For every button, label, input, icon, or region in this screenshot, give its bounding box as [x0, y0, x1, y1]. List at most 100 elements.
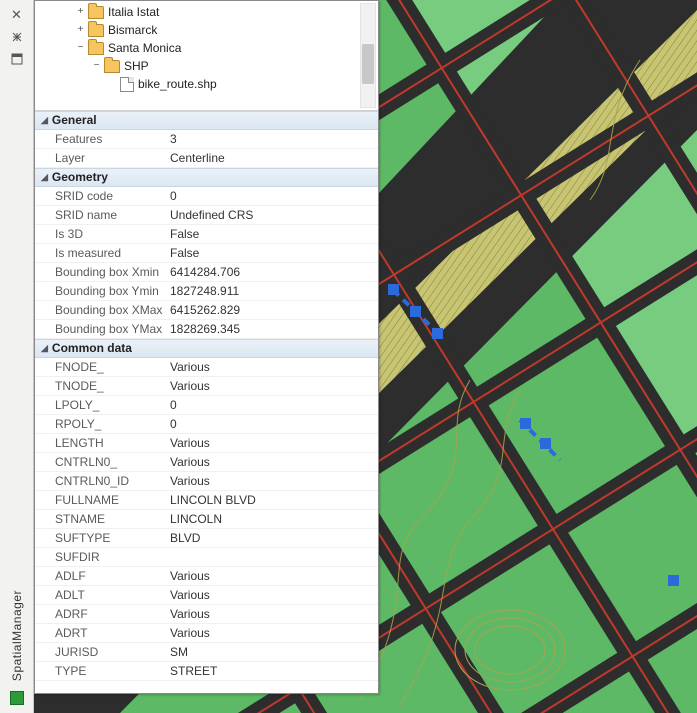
property-row[interactable]: JURISDSM: [35, 643, 378, 662]
property-row[interactable]: Bounding box YMax1828269.345: [35, 320, 378, 339]
property-value: Undefined CRS: [170, 206, 378, 224]
property-name: LENGTH: [35, 434, 170, 452]
property-value: 6414284.706: [170, 263, 378, 281]
section-title: Geometry: [52, 168, 108, 187]
property-value: Various: [170, 377, 378, 395]
property-name: FNODE_: [35, 358, 170, 376]
tree-node[interactable]: −Santa Monica: [41, 39, 376, 57]
property-value: 0: [170, 415, 378, 433]
pin-icon[interactable]: [9, 29, 25, 45]
property-name: Layer: [35, 149, 170, 167]
property-row[interactable]: Is measuredFalse: [35, 244, 378, 263]
property-row[interactable]: SUFTYPEBLVD: [35, 529, 378, 548]
property-grid[interactable]: ◢GeneralFeatures3LayerCenterline◢Geometr…: [35, 111, 378, 693]
property-row[interactable]: ADLFVarious: [35, 567, 378, 586]
property-value: Centerline: [170, 149, 378, 167]
property-name: Bounding box YMax: [35, 320, 170, 338]
property-value: 0: [170, 396, 378, 414]
property-row[interactable]: LPOLY_0: [35, 396, 378, 415]
property-name: RPOLY_: [35, 415, 170, 433]
property-row[interactable]: Features3: [35, 130, 378, 149]
property-row[interactable]: TNODE_Various: [35, 377, 378, 396]
property-row[interactable]: ADRFVarious: [35, 605, 378, 624]
property-name: SUFTYPE: [35, 529, 170, 547]
property-row[interactable]: LayerCenterline: [35, 149, 378, 168]
property-row[interactable]: STNAMELINCOLN: [35, 510, 378, 529]
properties-panel: + Italia Istat+Bismarck−Santa Monica−SHPb…: [34, 0, 379, 694]
property-value: False: [170, 244, 378, 262]
tree-node[interactable]: −SHP: [41, 57, 376, 75]
section-title: Common data: [52, 339, 132, 358]
dock-sidestrip: ✕ SpatialManager: [0, 0, 34, 713]
property-name: ADRT: [35, 624, 170, 642]
property-row[interactable]: Bounding box Ymin1827248.911: [35, 282, 378, 301]
property-row[interactable]: Bounding box XMax6415262.829: [35, 301, 378, 320]
property-name: TNODE_: [35, 377, 170, 395]
property-name: Bounding box Xmin: [35, 263, 170, 281]
property-name: ADLF: [35, 567, 170, 585]
menu-icon[interactable]: [9, 51, 25, 67]
datasource-tree[interactable]: + Italia Istat+Bismarck−Santa Monica−SHPb…: [35, 1, 378, 111]
property-row[interactable]: RPOLY_0: [35, 415, 378, 434]
property-value: 1828269.345: [170, 320, 378, 338]
collapse-arrow-icon: ◢: [41, 168, 48, 187]
property-row[interactable]: SRID nameUndefined CRS: [35, 206, 378, 225]
folder-icon: [88, 42, 104, 55]
property-row[interactable]: Bounding box Xmin6414284.706: [35, 263, 378, 282]
property-value: 1827248.911: [170, 282, 378, 300]
property-name: LPOLY_: [35, 396, 170, 414]
property-name: CNTRLN0_: [35, 453, 170, 471]
close-icon[interactable]: ✕: [9, 7, 25, 23]
scrollbar-thumb[interactable]: [362, 44, 374, 84]
property-name: ADLT: [35, 586, 170, 604]
property-row[interactable]: SUFDIR: [35, 548, 378, 567]
property-row[interactable]: FNODE_Various: [35, 358, 378, 377]
property-value: BLVD: [170, 529, 378, 547]
section-header[interactable]: ◢Geometry: [35, 168, 378, 187]
expand-icon[interactable]: +: [75, 3, 86, 21]
property-row[interactable]: ADRTVarious: [35, 624, 378, 643]
property-name: Is measured: [35, 244, 170, 262]
folder-icon: [88, 6, 104, 19]
collapse-icon[interactable]: −: [91, 57, 102, 75]
property-value: Various: [170, 567, 378, 585]
property-value: SM: [170, 643, 378, 661]
property-value: 6415262.829: [170, 301, 378, 319]
property-row[interactable]: CNTRLN0_Various: [35, 453, 378, 472]
property-value: 0: [170, 187, 378, 205]
property-row[interactable]: ADLTVarious: [35, 586, 378, 605]
property-row[interactable]: LENGTHVarious: [35, 434, 378, 453]
tree-node[interactable]: +Bismarck: [41, 21, 376, 39]
property-name: Bounding box Ymin: [35, 282, 170, 300]
property-row[interactable]: Is 3DFalse: [35, 225, 378, 244]
property-name: JURISD: [35, 643, 170, 661]
property-name: Is 3D: [35, 225, 170, 243]
property-row[interactable]: FULLNAMELINCOLN BLVD: [35, 491, 378, 510]
folder-icon: [104, 60, 120, 73]
tree-scrollbar[interactable]: [360, 3, 376, 108]
property-row[interactable]: SRID code0: [35, 187, 378, 206]
property-row[interactable]: TYPESTREET: [35, 662, 378, 681]
property-value: Various: [170, 586, 378, 604]
property-value: [170, 548, 378, 566]
section-header[interactable]: ◢Common data: [35, 339, 378, 358]
property-value: Various: [170, 472, 378, 490]
property-row[interactable]: CNTRLN0_IDVarious: [35, 472, 378, 491]
expand-icon[interactable]: +: [75, 21, 86, 39]
property-value: Various: [170, 605, 378, 623]
section-header[interactable]: ◢General: [35, 111, 378, 130]
property-name: Features: [35, 130, 170, 148]
tree-node[interactable]: + Italia Istat: [41, 3, 376, 21]
tree-node-label: Italia Istat: [108, 3, 159, 21]
tree-node[interactable]: bike_route.shp: [41, 75, 376, 93]
collapse-icon[interactable]: −: [75, 39, 86, 57]
property-value: Various: [170, 453, 378, 471]
property-value: Various: [170, 624, 378, 642]
property-name: SRID name: [35, 206, 170, 224]
property-value: Various: [170, 434, 378, 452]
property-value: False: [170, 225, 378, 243]
panel-title-vertical: SpatialManager: [10, 590, 24, 681]
property-value: Various: [170, 358, 378, 376]
property-value: LINCOLN: [170, 510, 378, 528]
folder-icon: [88, 24, 104, 37]
